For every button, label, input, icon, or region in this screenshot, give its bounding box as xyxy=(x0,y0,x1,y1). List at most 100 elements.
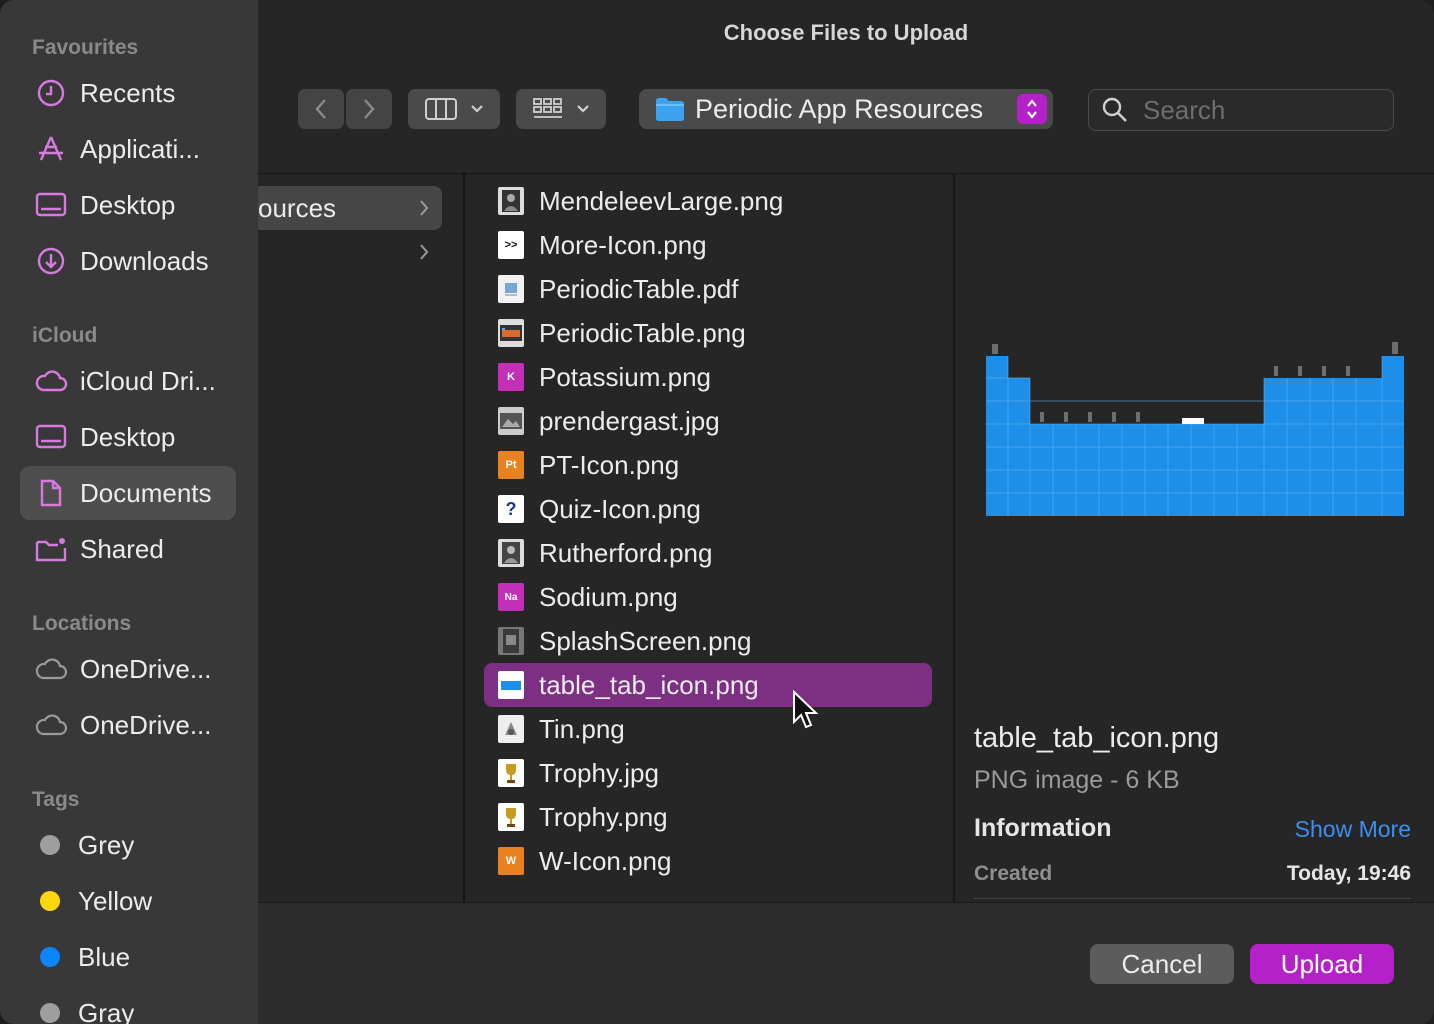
splash-thumb-icon xyxy=(498,627,524,655)
cloud-icon xyxy=(34,708,68,742)
sidebar-item-applications[interactable]: Applicati... xyxy=(20,122,236,176)
sidebar-item-shared[interactable]: Shared xyxy=(20,522,236,576)
mouse-pointer-icon xyxy=(793,690,819,729)
sidebar-item-label: Applicati... xyxy=(80,133,200,164)
sidebar-item-label: Recents xyxy=(80,77,176,108)
sibling-folder-row[interactable] xyxy=(258,230,442,274)
file-name: W-Icon.png xyxy=(539,845,672,876)
more-thumb-icon: >> xyxy=(498,231,524,259)
trophy-thumb-icon xyxy=(498,803,524,831)
columns-view-icon xyxy=(425,98,457,120)
table-tab-thumb-icon xyxy=(498,671,524,699)
sidebar-item-documents[interactable]: Documents xyxy=(20,466,236,520)
sidebar-item-recents[interactable]: Recents xyxy=(20,66,236,120)
file-name: More-Icon.png xyxy=(539,229,707,260)
sidebar-tag-grey[interactable]: Grey xyxy=(20,818,236,872)
sidebar-item-label: OneDrive... xyxy=(80,653,212,684)
back-button[interactable] xyxy=(298,89,344,129)
file-row[interactable]: W W-Icon.png xyxy=(484,839,932,883)
sidebar-item-label: Desktop xyxy=(80,421,176,452)
preview-file-kind: PNG image - 6 KB xyxy=(974,766,1180,794)
sidebar-item-desktop[interactable]: Desktop xyxy=(20,178,236,232)
tag-dot-icon xyxy=(40,891,60,911)
sidebar-tag-gray[interactable]: Gray xyxy=(20,986,236,1024)
file-name: PT-Icon.png xyxy=(539,449,680,480)
sidebar-item-onedrive-2[interactable]: OneDrive... xyxy=(20,698,236,752)
group-by-button[interactable] xyxy=(516,89,606,129)
sidebar: Favourites Recents Applicati... Desktop … xyxy=(0,0,258,1024)
file-row[interactable]: ? Quiz-Icon.png xyxy=(484,487,932,531)
view-mode-button[interactable] xyxy=(408,89,500,129)
file-row[interactable]: >> More-Icon.png xyxy=(484,223,932,267)
sidebar-item-downloads[interactable]: Downloads xyxy=(20,234,236,288)
desktop-icon xyxy=(34,188,68,222)
file-name: PeriodicTable.pdf xyxy=(539,273,739,304)
sidebar-item-label: Downloads xyxy=(80,245,209,276)
tag-dot-icon xyxy=(40,1003,60,1023)
show-more-link[interactable]: Show More xyxy=(1295,816,1411,843)
chevron-left-icon xyxy=(315,99,326,119)
search-field[interactable] xyxy=(1088,89,1394,131)
file-row[interactable]: Tin.png xyxy=(484,707,932,751)
trophy-thumb-icon xyxy=(498,759,524,787)
sidebar-tag-yellow[interactable]: Yellow xyxy=(20,874,236,928)
pdf-thumb-icon xyxy=(498,275,524,303)
file-row[interactable]: Na Sodium.png xyxy=(484,575,932,619)
element-thumb-icon: Pt xyxy=(498,451,524,479)
upload-button[interactable]: Upload xyxy=(1250,944,1394,984)
file-name: table_tab_icon.png xyxy=(539,669,759,700)
file-name: Trophy.png xyxy=(539,801,668,832)
parent-column: ources xyxy=(258,174,463,902)
file-row[interactable]: Trophy.png xyxy=(484,795,932,839)
file-row-selected[interactable]: table_tab_icon.png xyxy=(484,663,932,707)
sidebar-tag-blue[interactable]: Blue xyxy=(20,930,236,984)
portrait-thumb-icon xyxy=(498,539,524,567)
quiz-thumb-icon: ? xyxy=(498,495,524,523)
information-heading: Information xyxy=(974,814,1112,842)
cancel-button[interactable]: Cancel xyxy=(1090,944,1234,984)
dialog-title: Choose Files to Upload xyxy=(723,20,969,45)
element-thumb-icon: Na xyxy=(498,583,524,611)
file-name: Rutherford.png xyxy=(539,537,713,568)
clock-icon xyxy=(34,76,68,110)
search-input[interactable] xyxy=(1141,93,1375,127)
sidebar-item-label: Desktop xyxy=(80,189,176,220)
tag-dot-icon xyxy=(40,947,60,967)
file-row[interactable]: MendeleevLarge.png xyxy=(484,179,932,223)
periodic-table-preview-image xyxy=(986,342,1404,516)
file-name: Tin.png xyxy=(539,713,625,744)
parent-folder-row[interactable]: ources xyxy=(258,186,442,230)
file-row[interactable]: K Potassium.png xyxy=(484,355,932,399)
file-row[interactable]: Rutherford.png xyxy=(484,531,932,575)
file-name: Trophy.jpg xyxy=(539,757,659,788)
desktop-icon xyxy=(34,420,68,454)
chevron-right-icon xyxy=(420,244,429,260)
folder-name: ources xyxy=(258,192,337,223)
sidebar-item-icloud-desktop[interactable]: Desktop xyxy=(20,410,236,464)
column-divider xyxy=(953,174,955,902)
preview-file-name: table_tab_icon.png xyxy=(974,722,1220,754)
sidebar-item-onedrive-1[interactable]: OneDrive... xyxy=(20,642,236,696)
sidebar-item-label: Blue xyxy=(78,941,131,972)
chevron-right-icon xyxy=(364,99,375,119)
element-thumb-icon: K xyxy=(498,363,524,391)
created-value: Today, 19:46 xyxy=(1286,862,1411,885)
file-name: PeriodicTable.png xyxy=(539,317,746,348)
chevron-down-icon xyxy=(577,105,589,113)
file-row[interactable]: Trophy.jpg xyxy=(484,751,932,795)
file-row[interactable]: Pt PT-Icon.png xyxy=(484,443,932,487)
file-row[interactable]: PeriodicTable.pdf xyxy=(484,267,932,311)
sidebar-item-icloud-drive[interactable]: iCloud Dri... xyxy=(20,354,236,408)
folder-icon xyxy=(656,98,684,121)
file-row[interactable]: prendergast.jpg xyxy=(484,399,932,443)
photo-thumb-icon xyxy=(498,407,524,435)
file-column: MendeleevLarge.png >> More-Icon.png Peri… xyxy=(465,174,953,902)
sidebar-section-tags: Tags xyxy=(32,788,80,811)
file-name: MendeleevLarge.png xyxy=(539,185,784,216)
forward-button[interactable] xyxy=(346,89,392,129)
preview-divider xyxy=(974,898,1411,899)
file-row[interactable]: PeriodicTable.png xyxy=(484,311,932,355)
location-popup[interactable]: Periodic App Resources xyxy=(639,89,1053,129)
file-row[interactable]: SplashScreen.png xyxy=(484,619,932,663)
chevron-down-icon xyxy=(471,105,483,113)
